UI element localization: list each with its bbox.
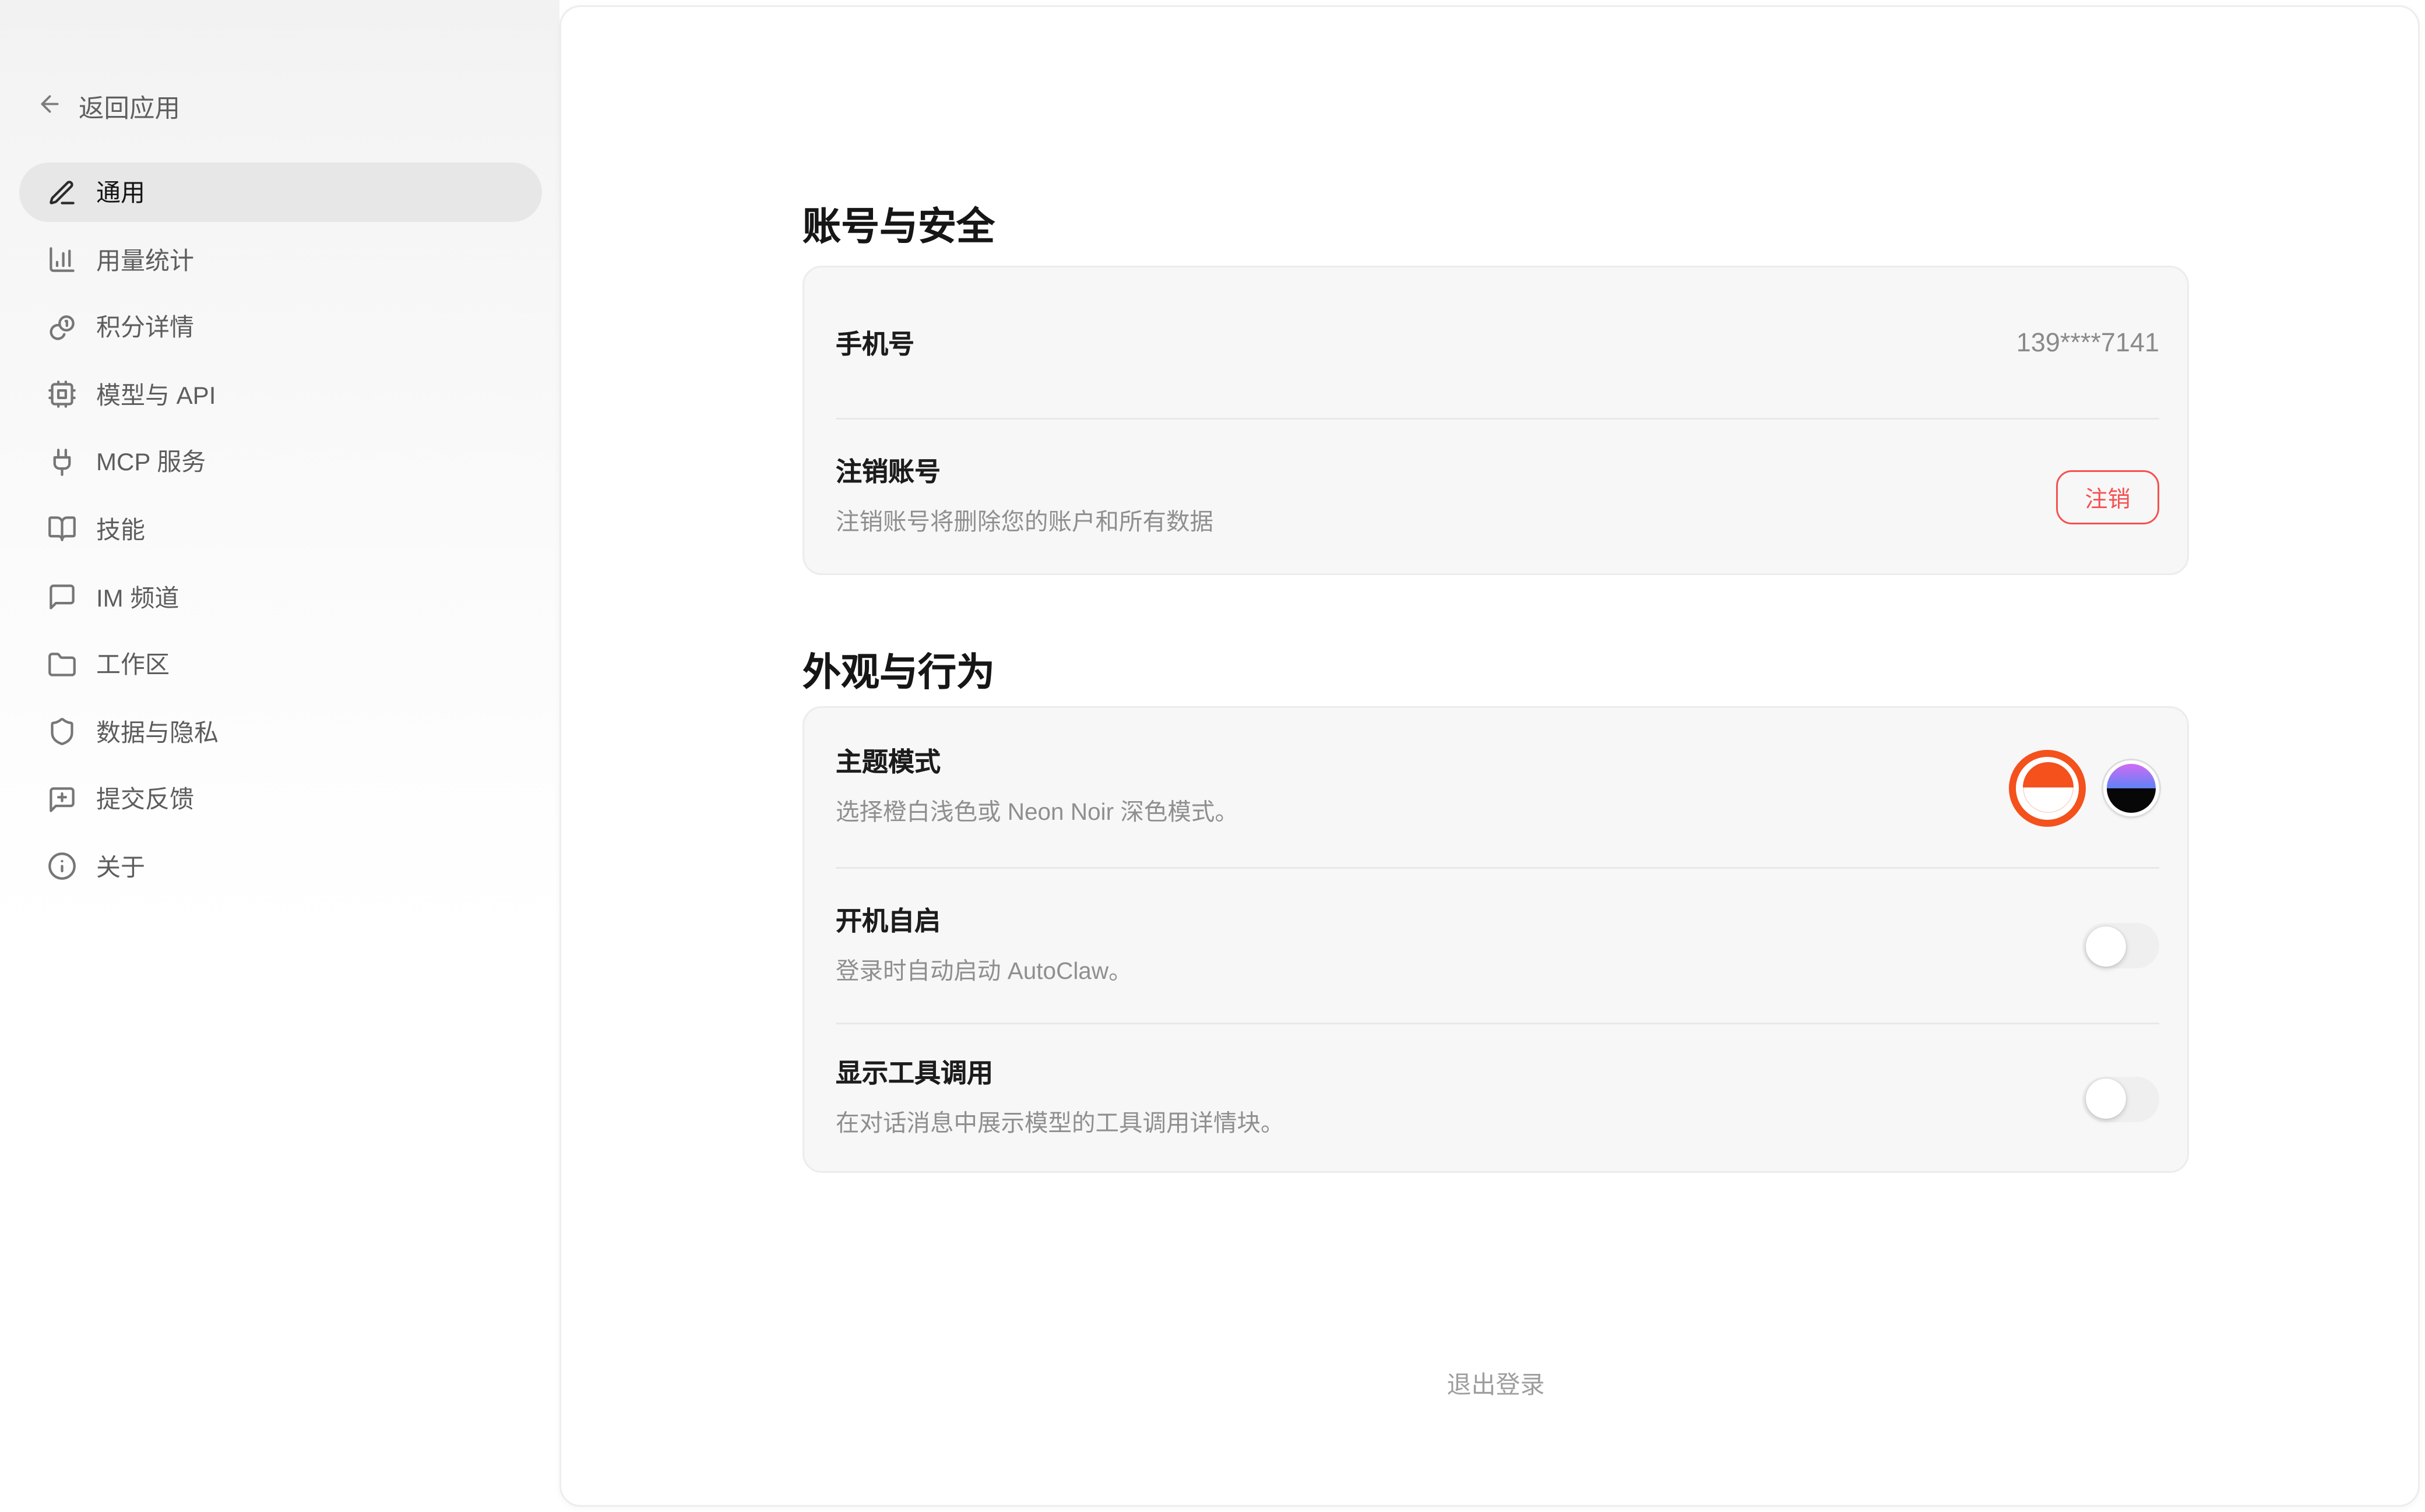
sidebar-item-label: 用量统计 bbox=[96, 242, 194, 277]
logout-button[interactable]: 退出登录 bbox=[803, 1367, 2189, 1402]
back-to-app-label: 返回应用 bbox=[79, 89, 180, 126]
dark-theme-swatch[interactable] bbox=[2103, 760, 2159, 816]
appearance-behavior-card: 主题模式 选择橙白浅色或 Neon Noir 深色模式。 开机自启 登录时自动 bbox=[803, 706, 2189, 1173]
theme-options bbox=[2009, 749, 2159, 826]
delete-account-row: 注销账号 注销账号将删除您的账户和所有数据 注销 bbox=[804, 420, 2187, 573]
message-square-icon bbox=[47, 582, 96, 612]
sidebar-item-label: 关于 bbox=[96, 850, 145, 884]
autostart-description: 登录时自动启动 AutoClaw。 bbox=[836, 956, 1132, 985]
delete-account-description: 注销账号将删除您的账户和所有数据 bbox=[836, 506, 1213, 536]
coins-icon bbox=[47, 312, 96, 342]
toggle-knob bbox=[2085, 926, 2125, 966]
autostart-row: 开机自启 登录时自动启动 AutoClaw。 bbox=[804, 869, 2187, 1023]
section-title-appearance-behavior: 外观与行为 bbox=[803, 648, 995, 697]
info-icon bbox=[47, 852, 96, 882]
sidebar-item-2[interactable]: 用量统计 bbox=[19, 230, 542, 290]
sidebar: 返回应用 通用用量统计积分详情模型与 API MCP 服务技能 IM 频道工作区数据… bbox=[0, 0, 559, 1512]
sidebar-item-label: IM 频道 bbox=[96, 580, 179, 615]
theme-mode-description: 选择橙白浅色或 Neon Noir 深色模式。 bbox=[836, 797, 1238, 827]
light-theme-swatch[interactable] bbox=[2009, 749, 2086, 826]
sidebar-item-label: 工作区 bbox=[96, 647, 170, 682]
delete-account-button[interactable]: 注销 bbox=[2056, 470, 2159, 524]
sidebar-item-label: 技能 bbox=[96, 512, 145, 547]
section-title-account-security: 账号与安全 bbox=[803, 202, 995, 251]
back-to-app-button[interactable]: 返回应用 bbox=[37, 89, 180, 126]
sidebar-item-5[interactable]: MCP 服务 bbox=[19, 432, 542, 492]
sidebar-item-10[interactable]: 提交反馈 bbox=[19, 770, 542, 829]
bar-chart-icon bbox=[47, 245, 96, 274]
sidebar-item-label: 模型与 API bbox=[96, 377, 216, 412]
theme-mode-title: 主题模式 bbox=[836, 748, 1238, 780]
pen-icon bbox=[47, 178, 96, 207]
sidebar-item-label: 通用 bbox=[96, 175, 145, 210]
sidebar-item-9[interactable]: 数据与隐私 bbox=[19, 702, 542, 762]
sidebar-item-3[interactable]: 积分详情 bbox=[19, 298, 542, 357]
folder-icon bbox=[47, 650, 96, 679]
message-square-plus-icon bbox=[47, 785, 96, 815]
arrow-left-icon bbox=[37, 91, 63, 124]
toggle-knob bbox=[2085, 1079, 2125, 1119]
main-panel: 账号与安全 手机号 139****7141 注销账号 注销账号将删除您的账户和所… bbox=[559, 5, 2420, 1507]
sidebar-item-label: 提交反馈 bbox=[96, 782, 194, 817]
sidebar-item-label: 积分详情 bbox=[96, 310, 194, 345]
phone-number-row: 手机号 139****7141 bbox=[804, 267, 2187, 418]
autostart-toggle[interactable] bbox=[2082, 923, 2159, 968]
cpu-icon bbox=[47, 380, 96, 410]
sidebar-item-1[interactable]: 通用 bbox=[19, 163, 542, 222]
sidebar-item-4[interactable]: 模型与 API bbox=[19, 365, 542, 424]
sidebar-item-8[interactable]: 工作区 bbox=[19, 635, 542, 694]
show-tool-calls-toggle[interactable] bbox=[2082, 1076, 2159, 1122]
settings-window: 返回应用 通用用量统计积分详情模型与 API MCP 服务技能 IM 频道工作区数据… bbox=[0, 0, 2425, 1512]
book-open-icon bbox=[47, 514, 96, 544]
sidebar-item-7[interactable]: IM 频道 bbox=[19, 568, 542, 627]
sidebar-item-label: 数据与隐私 bbox=[96, 714, 219, 749]
show-tool-calls-row: 显示工具调用 在对话消息中展示模型的工具调用详情块。 bbox=[804, 1024, 2187, 1173]
show-tool-calls-title: 显示工具调用 bbox=[836, 1059, 1284, 1091]
sidebar-item-11[interactable]: 关于 bbox=[19, 837, 542, 897]
autostart-title: 开机自启 bbox=[836, 907, 1132, 938]
sidebar-item-6[interactable]: 技能 bbox=[19, 500, 542, 559]
shield-icon bbox=[47, 717, 96, 747]
show-tool-calls-description: 在对话消息中展示模型的工具调用详情块。 bbox=[836, 1108, 1284, 1138]
light-theme-disc-icon bbox=[2022, 762, 2073, 813]
phone-number-label: 手机号 bbox=[836, 325, 914, 361]
account-security-card: 手机号 139****7141 注销账号 注销账号将删除您的账户和所有数据 注销 bbox=[803, 266, 2189, 575]
delete-account-title: 注销账号 bbox=[836, 457, 1213, 489]
phone-number-value: 139****7141 bbox=[2016, 328, 2159, 358]
sidebar-nav: 通用用量统计积分详情模型与 API MCP 服务技能 IM 频道工作区数据与隐私提交… bbox=[19, 163, 542, 905]
plug-icon bbox=[47, 447, 96, 477]
theme-mode-row: 主题模式 选择橙白浅色或 Neon Noir 深色模式。 bbox=[804, 708, 2187, 867]
sidebar-item-label: MCP 服务 bbox=[96, 445, 206, 480]
